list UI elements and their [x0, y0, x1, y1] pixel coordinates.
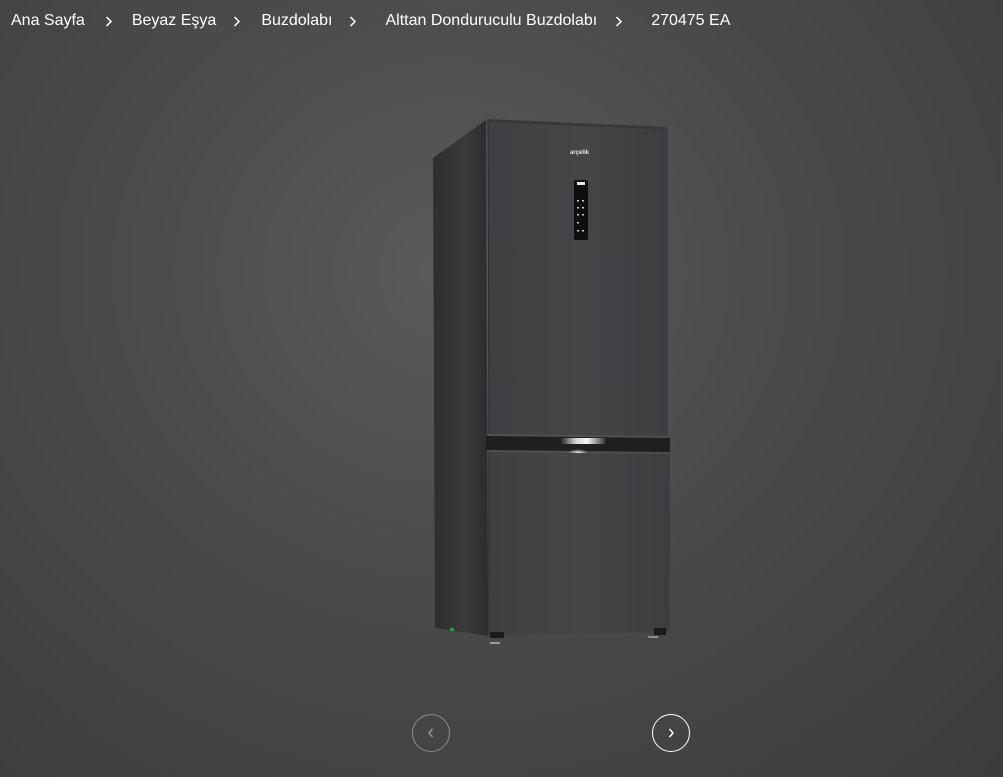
product-image-refrigerator: arçelik [433, 119, 670, 644]
product-image-stage: arçelik [0, 0, 1003, 777]
chevron-right-icon [666, 727, 676, 739]
chevron-left-icon [426, 727, 436, 739]
carousel-prev-button[interactable] [412, 714, 450, 752]
brand-logo: arçelik [570, 150, 590, 156]
carousel-next-button[interactable] [652, 714, 690, 752]
